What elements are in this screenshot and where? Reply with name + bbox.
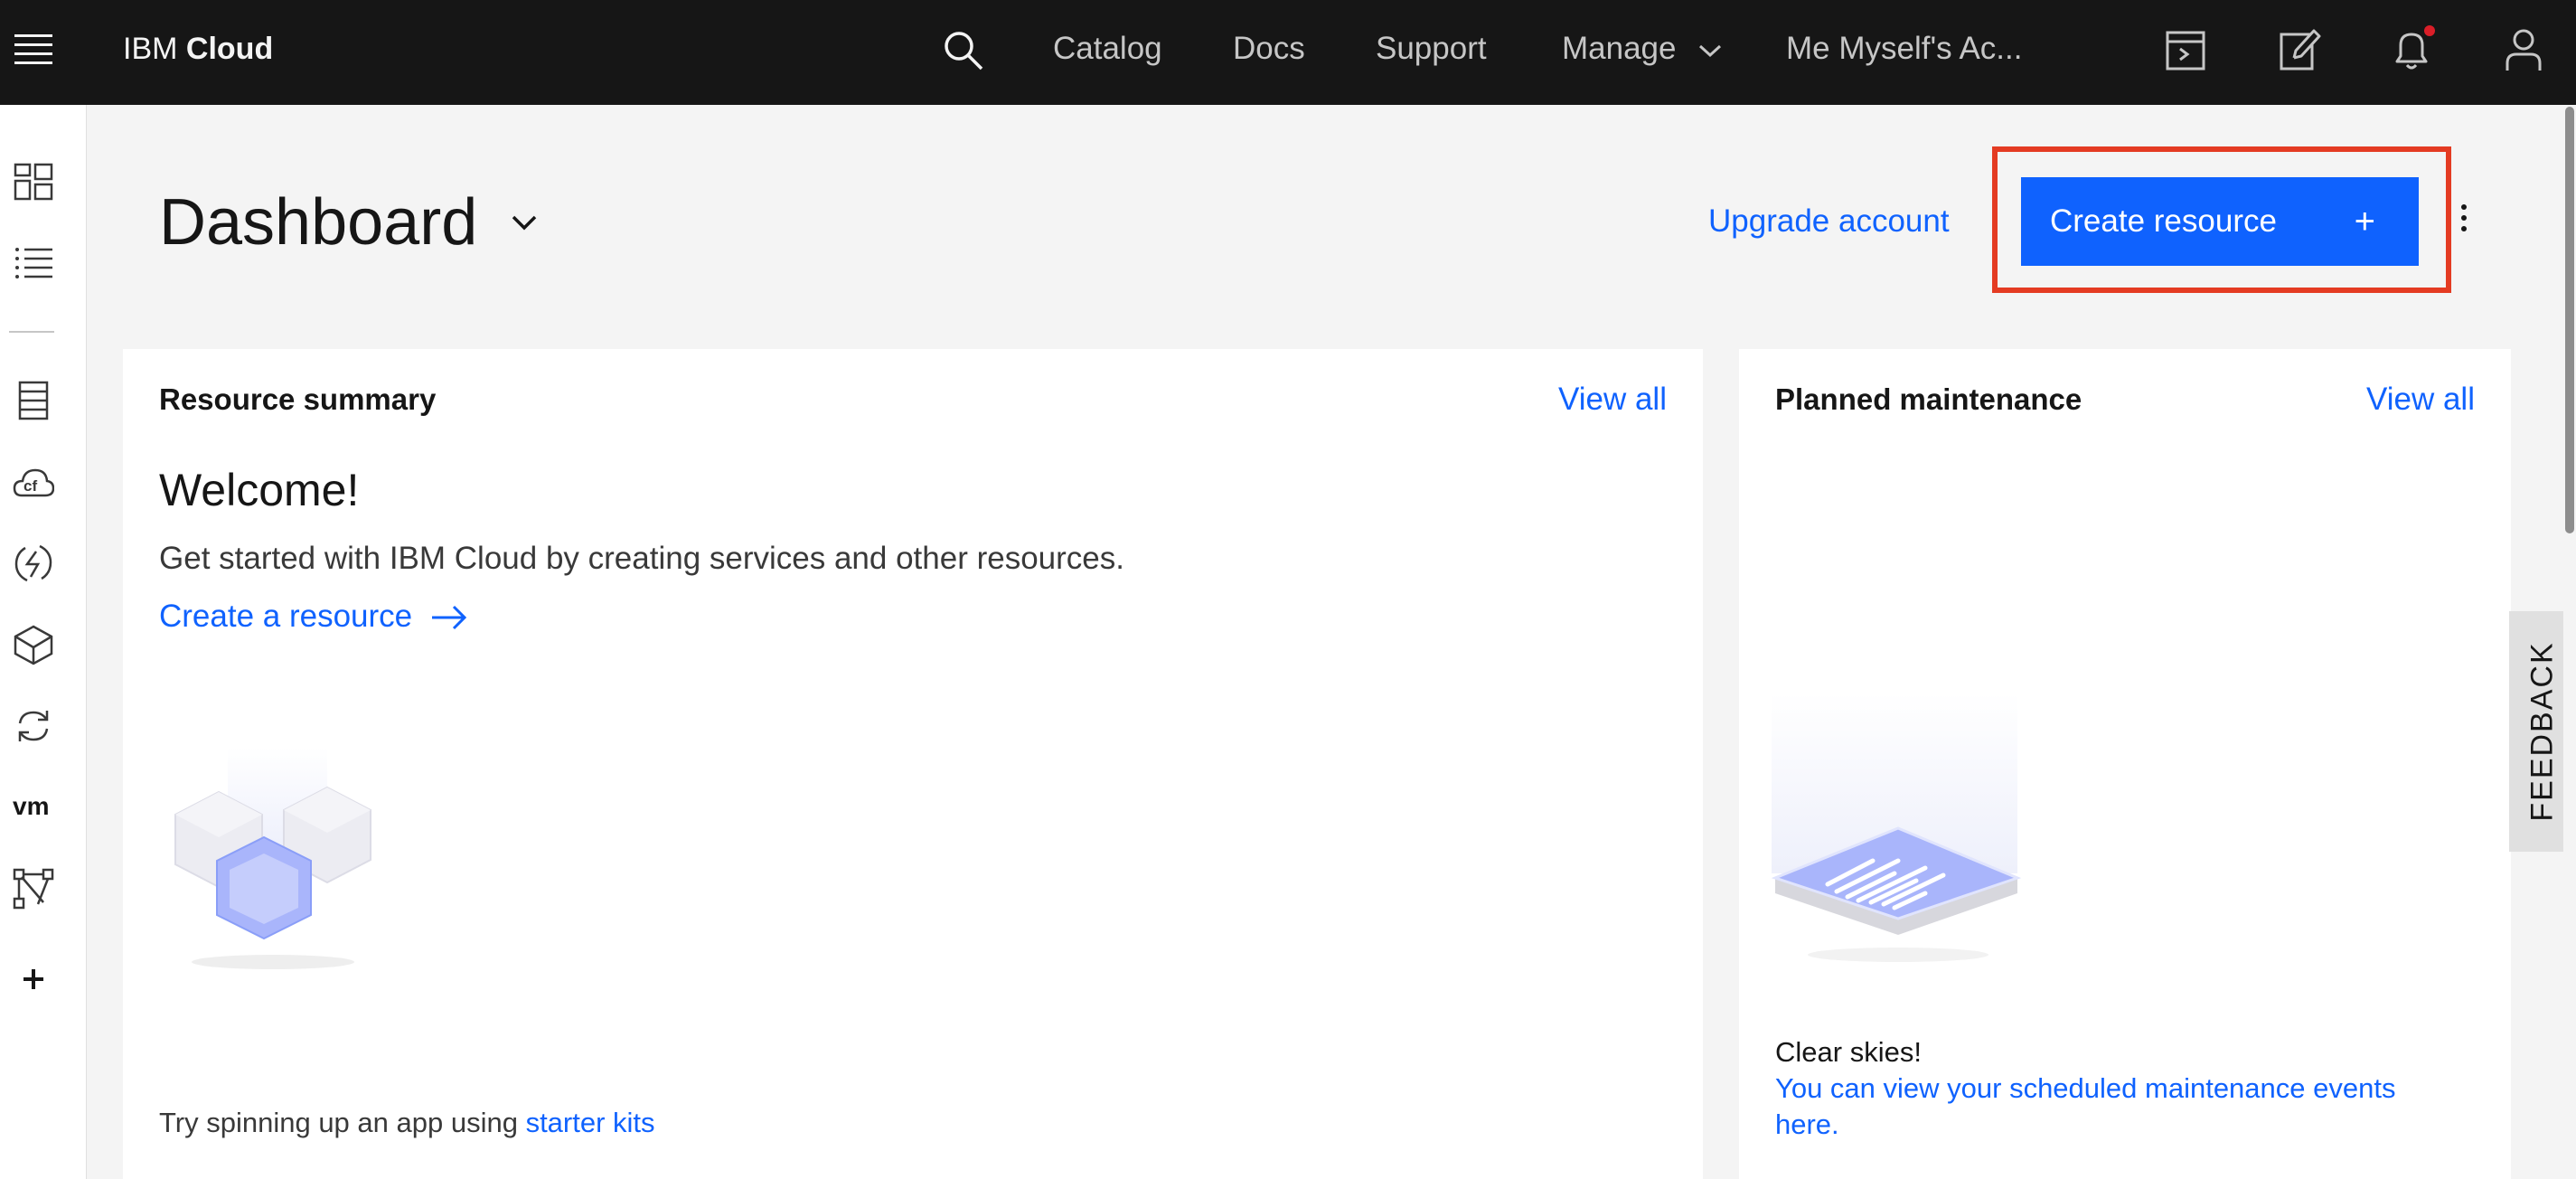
- functions-icon[interactable]: [13, 542, 54, 584]
- starter-kits-link[interactable]: starter kits: [526, 1107, 655, 1138]
- cost-estimator-icon[interactable]: [2162, 25, 2209, 76]
- cf-label: cf: [24, 477, 38, 495]
- add-icon[interactable]: [13, 958, 54, 1000]
- top-navigation-bar: IBM Cloud Catalog Docs Support Manage Me…: [0, 0, 2576, 105]
- resource-summary-title: Resource summary: [159, 382, 437, 416]
- plus-icon: +: [2354, 202, 2375, 241]
- search-icon[interactable]: [940, 27, 987, 74]
- starter-prefix: Try spinning up an app using: [159, 1107, 526, 1138]
- dashboard-icon[interactable]: [13, 161, 54, 203]
- create-resource-button[interactable]: Create resource +: [2021, 177, 2419, 266]
- planned-maintenance-card: Planned maintenance View all Clear skies…: [1739, 349, 2511, 1179]
- vm-label: vm: [13, 792, 50, 820]
- nav-docs[interactable]: Docs: [1233, 31, 1305, 67]
- welcome-description: Get started with IBM Cloud by creating s…: [159, 541, 1124, 576]
- arrow-right-icon[interactable]: [430, 604, 468, 631]
- menu-icon[interactable]: [14, 34, 52, 71]
- vmware-icon[interactable]: vm: [13, 787, 54, 828]
- user-icon[interactable]: [2500, 25, 2547, 76]
- resource-summary-card: Resource summary View all Welcome! Get s…: [123, 349, 1703, 1179]
- classic-infrastructure-icon[interactable]: [13, 380, 54, 421]
- create-resource-label: Create resource: [2050, 203, 2277, 239]
- nav-manage-label: Manage: [1562, 31, 1677, 66]
- overflow-menu-icon[interactable]: [2451, 201, 2477, 246]
- dashboard-dropdown-chevron-icon[interactable]: [506, 206, 542, 239]
- resource-list-icon[interactable]: [13, 242, 54, 284]
- brand-name: Cloud: [185, 32, 274, 66]
- account-switcher[interactable]: Me Myself's Ac...: [1786, 31, 2022, 67]
- welcome-heading: Welcome!: [159, 465, 360, 515]
- starter-kits-text: Try spinning up an app using starter kit…: [159, 1105, 655, 1141]
- maintenance-status: Clear skies!: [1775, 1036, 1922, 1068]
- brand-prefix: IBM: [123, 32, 178, 66]
- edit-icon[interactable]: [2276, 25, 2323, 76]
- planned-maintenance-title: Planned maintenance: [1775, 382, 2082, 416]
- rail-divider: [9, 331, 54, 333]
- nav-catalog[interactable]: Catalog: [1053, 31, 1162, 67]
- page-title: Dashboard: [159, 186, 478, 259]
- continuous-delivery-icon[interactable]: [13, 705, 54, 747]
- feedback-label: FEEDBACK: [2524, 641, 2560, 822]
- nav-manage[interactable]: Manage: [1562, 31, 1723, 67]
- maintenance-illustration: [1772, 693, 2022, 962]
- cubes-illustration: [174, 747, 371, 969]
- upgrade-account-link[interactable]: Upgrade account: [1708, 203, 1950, 241]
- create-a-resource-link[interactable]: Create a resource: [159, 597, 412, 637]
- kubernetes-icon[interactable]: [13, 624, 54, 665]
- schematics-icon[interactable]: [13, 868, 54, 910]
- resource-summary-view-all-link[interactable]: View all: [1558, 382, 1667, 418]
- cloud-foundry-icon[interactable]: cf: [13, 463, 54, 505]
- planned-maintenance-view-all-link[interactable]: View all: [2366, 382, 2475, 418]
- nav-support[interactable]: Support: [1376, 31, 1487, 67]
- chevron-down-icon: [1699, 44, 1722, 57]
- brand-logo[interactable]: IBM Cloud: [123, 31, 273, 67]
- notification-icon[interactable]: [2388, 25, 2435, 76]
- scrollbar-thumb[interactable]: [2565, 107, 2574, 533]
- scheduled-maintenance-link[interactable]: You can view your scheduled maintenance …: [1775, 1071, 2462, 1143]
- left-navigation-rail: cf vm: [0, 105, 87, 1179]
